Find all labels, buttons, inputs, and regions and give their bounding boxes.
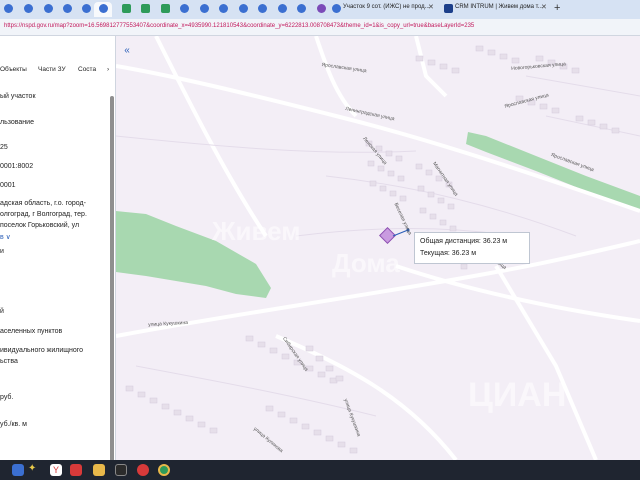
taskbar: ✦ Y <box>0 460 640 480</box>
tab-composition[interactable]: Соста <box>78 66 96 73</box>
watermark: ЦИАН <box>468 376 567 414</box>
copilot-icon[interactable]: ✦ <box>28 463 36 474</box>
road <box>154 36 268 238</box>
site-favicon-icon[interactable] <box>239 4 248 13</box>
crm-icon <box>444 4 453 13</box>
address-line: олгоград, г Волгоград, тер. <box>0 211 87 218</box>
collapse-panel-button[interactable]: « <box>121 45 133 57</box>
tab-title: Участок 9 сот. (ИЖС) не прод... <box>343 4 430 10</box>
site-favicon-icon[interactable] <box>82 4 91 13</box>
road <box>494 264 598 460</box>
site-favicon-icon[interactable] <box>278 4 287 13</box>
tab-crm[interactable]: CRM INTRUM | Живем дома т... <box>440 2 543 17</box>
land-use: льзование <box>0 119 34 126</box>
current-distance: Текущая: 36.23 м <box>420 250 477 257</box>
site-favicon-icon[interactable] <box>122 4 131 13</box>
terminal-icon[interactable] <box>115 464 127 476</box>
yandex-browser-icon[interactable] <box>70 464 82 476</box>
site-favicon-icon[interactable] <box>161 4 170 13</box>
tabs-scroll-right-icon[interactable]: › <box>107 66 109 73</box>
road <box>395 264 640 323</box>
value-per-sqm: уб./кв. м <box>0 421 27 428</box>
site-favicon-icon[interactable] <box>258 4 267 13</box>
address-bar[interactable]: https://nspd.gov.ru/map?zoom=16.56981277… <box>0 19 640 36</box>
folder-icon[interactable] <box>93 464 105 476</box>
permitted-use: ивидуального жилищного <box>0 347 84 354</box>
site-favicon-icon[interactable] <box>24 4 33 13</box>
close-icon[interactable]: ✕ <box>428 3 434 11</box>
info-line: й <box>0 308 4 315</box>
site-favicon-icon[interactable] <box>297 4 306 13</box>
address-line: поселок Горьковский, ул <box>0 222 80 229</box>
tab-listing[interactable]: Участок 9 сот. (ИЖС) не прод... <box>328 2 430 17</box>
close-icon[interactable]: ✕ <box>541 3 547 11</box>
green-strip <box>466 132 640 211</box>
tab-objects[interactable]: Объекты <box>0 66 27 73</box>
tab-active[interactable] <box>94 2 112 17</box>
panel-scrollbar[interactable] <box>110 96 114 460</box>
new-tab-button[interactable]: + <box>554 2 560 14</box>
map-canvas[interactable]: Ярославская улица Новогорьковская улица … <box>116 36 640 460</box>
cadastral-quarter: 0001 <box>0 182 16 189</box>
chrome-icon[interactable] <box>158 464 170 476</box>
site-favicon-icon[interactable] <box>63 4 72 13</box>
url-text[interactable]: https://nspd.gov.ru/map?zoom=16.56981277… <box>4 23 474 29</box>
object-type: ый участок <box>0 93 36 100</box>
site-favicon-icon[interactable] <box>44 4 53 13</box>
watermark: Дома <box>332 248 400 278</box>
cadastral-number: 0001:8002 <box>0 163 34 170</box>
site-favicon-icon <box>99 4 108 13</box>
site-favicon-icon[interactable] <box>317 4 326 13</box>
land-category: аселенных пунктов <box>0 328 63 335</box>
site-favicon-icon[interactable] <box>200 4 209 13</box>
start-icon[interactable] <box>12 464 24 476</box>
tab-title: CRM INTRUM | Живем дома т... <box>455 4 543 10</box>
road <box>275 334 458 460</box>
opera-icon[interactable] <box>137 464 149 476</box>
yandex-icon[interactable]: Y <box>50 464 62 476</box>
tab-parts[interactable]: Части ЗУ <box>38 66 66 73</box>
info-line: и <box>0 248 4 255</box>
measure-tooltip: Общая дистанция: 36.23 м Текущая: 36.23 … <box>414 232 530 264</box>
site-favicon-icon[interactable] <box>4 4 13 13</box>
road <box>116 64 640 213</box>
doc-icon <box>332 4 341 13</box>
area-value: 25 <box>0 144 8 151</box>
permitted-use: ьства <box>0 358 18 365</box>
site-favicon-icon[interactable] <box>219 4 228 13</box>
watermark: Живем <box>212 216 301 246</box>
browser-tab-strip: Участок 9 сот. (ИЖС) не прод... ✕ CRM IN… <box>0 0 640 19</box>
expand-address-link[interactable]: в ∨ <box>0 233 11 241</box>
total-distance: Общая дистанция: 36.23 м <box>420 238 508 245</box>
road <box>314 36 358 118</box>
site-favicon-icon[interactable] <box>180 4 189 13</box>
address-line: адская область, г.о. город- <box>0 200 86 207</box>
site-favicon-icon[interactable] <box>141 4 150 13</box>
panel-tabs: Объекты Части ЗУ Соста › <box>0 66 115 78</box>
cadastral-value: руб. <box>0 394 14 401</box>
object-info-panel: Объекты Части ЗУ Соста › ый участок льзо… <box>0 36 116 460</box>
